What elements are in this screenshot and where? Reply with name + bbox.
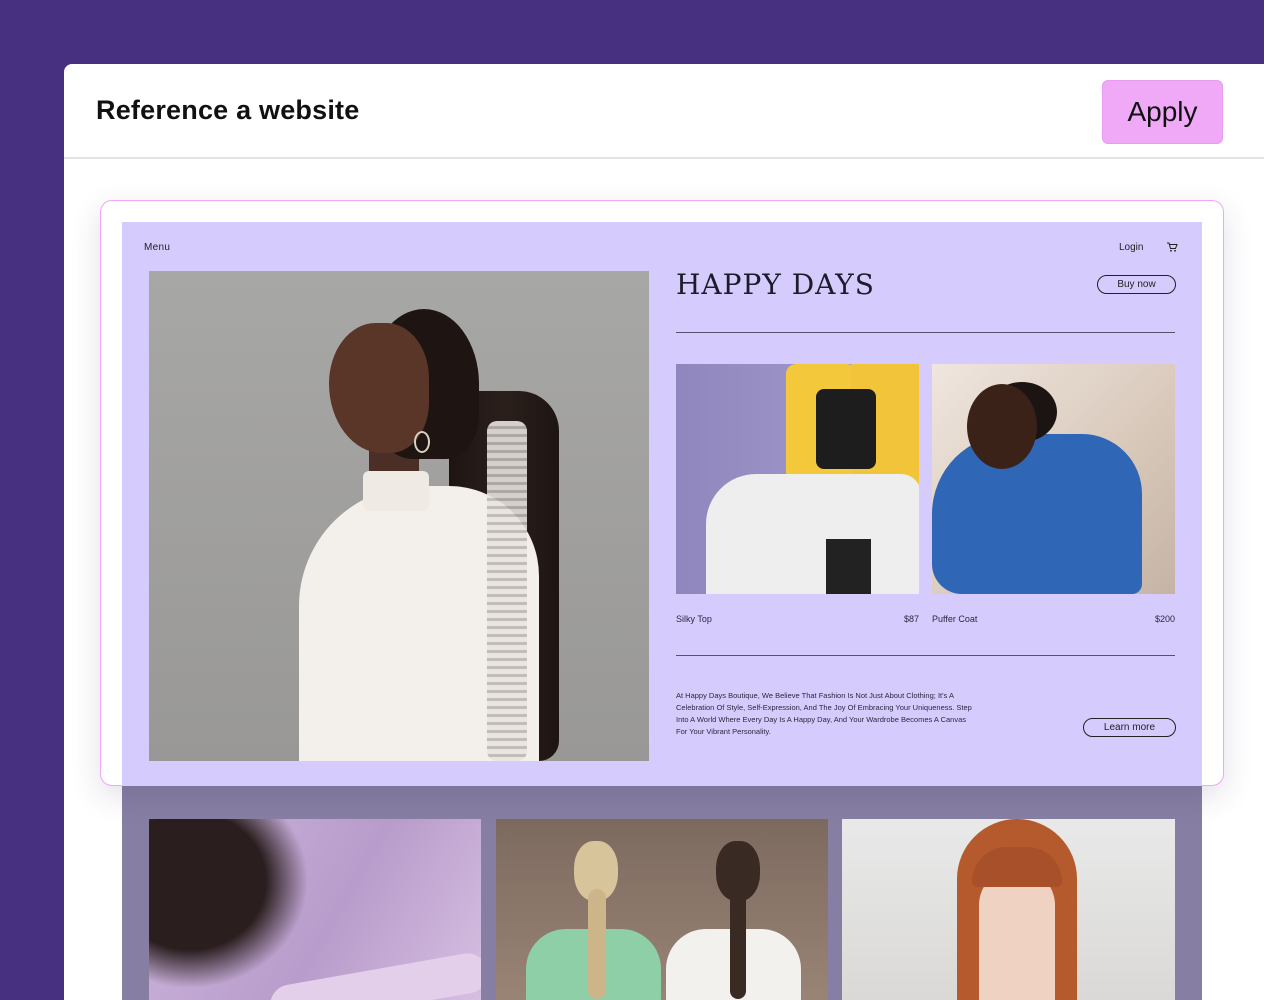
buy-now-button[interactable]: Buy now	[1097, 275, 1176, 294]
reference-panel: Reference a website Apply Menu Login HAP…	[64, 64, 1264, 1000]
site-menu-link[interactable]: Menu	[144, 242, 170, 253]
gallery-photo-two-women	[496, 819, 828, 1000]
site-title: HAPPY DAYS	[676, 268, 875, 301]
website-preview: Menu Login HAPPY DAYS Buy now Silky Top …	[122, 222, 1202, 786]
panel-header: Reference a website Apply	[64, 64, 1264, 159]
product-photo-puffer-coat[interactable]	[932, 364, 1175, 594]
product-name: Silky Top	[676, 614, 712, 624]
product-price: $200	[1154, 614, 1175, 624]
divider	[676, 332, 1175, 333]
product-name: Puffer Coat	[932, 614, 978, 624]
panel-title: Reference a website	[96, 95, 360, 125]
about-text: At Happy Days Boutique, We Believe That …	[676, 691, 972, 736]
product-photo-silky-top[interactable]	[676, 364, 919, 594]
apply-button[interactable]: Apply	[1102, 80, 1223, 144]
site-login-link[interactable]: Login	[1119, 242, 1143, 253]
hero-photo	[149, 271, 649, 761]
cart-icon[interactable]	[1166, 241, 1178, 253]
website-preview-lower-gallery	[122, 786, 1202, 1000]
learn-more-button[interactable]: Learn more	[1083, 718, 1176, 737]
divider	[676, 655, 1175, 656]
gallery-photo-lavender-top	[149, 819, 481, 1000]
product-price: $87	[903, 614, 919, 624]
gallery-photo-red-hair	[842, 819, 1175, 1000]
